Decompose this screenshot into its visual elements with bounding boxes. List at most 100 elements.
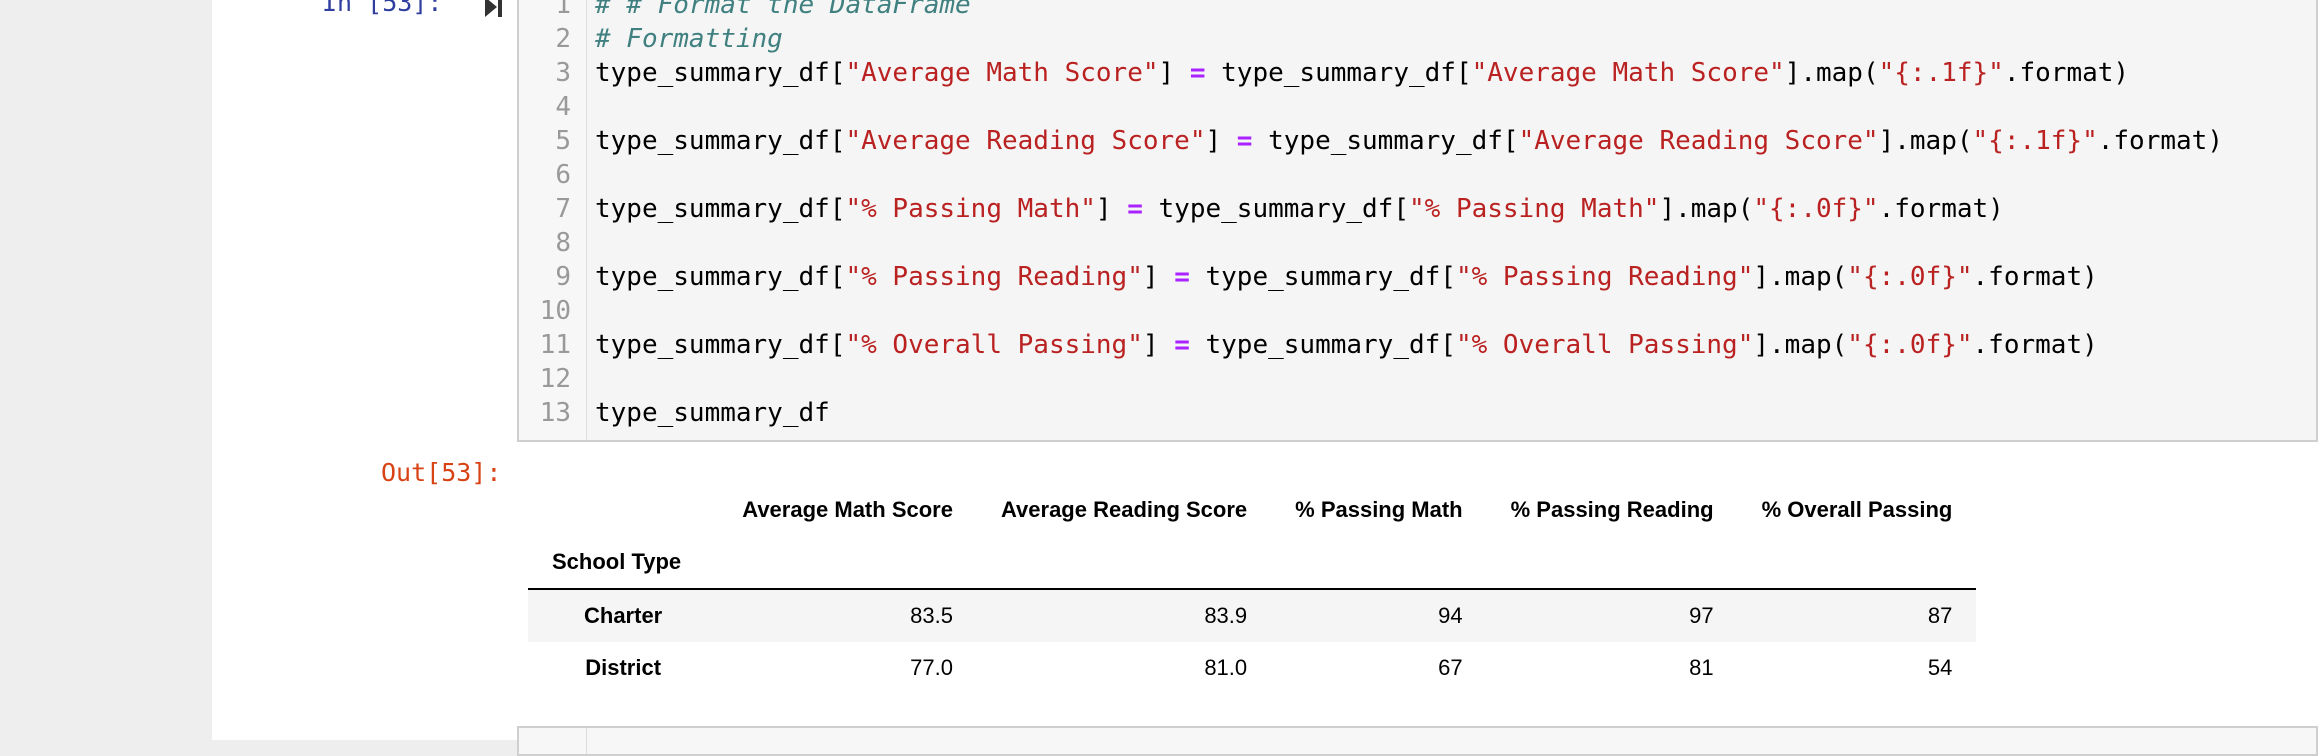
line-number: 5: [555, 126, 571, 156]
code-text: type_summary_df["Average Math Score"] = …: [595, 56, 2129, 90]
line-number: 4: [555, 92, 571, 122]
column-header: % Passing Reading: [1510, 497, 1714, 522]
code-text: type_summary_df["% Overall Passing"] = t…: [595, 328, 2098, 362]
code-token: "Average Math Score": [845, 58, 1159, 88]
code-token: "% Passing Math": [1408, 194, 1660, 224]
table-cell: 97: [1689, 603, 1714, 628]
next-code-cell[interactable]: [517, 726, 2318, 756]
index-name-row: School Type: [528, 536, 1977, 590]
code-token: ].map(: [1878, 126, 1973, 156]
code-token: ].map(: [1784, 58, 1879, 88]
code-token: "% Passing Reading": [845, 262, 1143, 292]
table-row: Charter 83.5 83.9 94 97 87: [528, 589, 1977, 642]
table-cell: 77.0: [910, 655, 953, 680]
line-number: 10: [539, 296, 571, 326]
code-token: type_summary_df[: [1189, 262, 1456, 292]
code-text: type_summary_df["Average Reading Score"]…: [595, 124, 2223, 158]
input-prompt: In [53]:: [322, 0, 443, 17]
code-text: type_summary_df["% Passing Reading"] = t…: [595, 260, 2098, 294]
code-token: ].map(: [1753, 262, 1848, 292]
code-token: ]: [1205, 126, 1237, 156]
code-token: type_summary_df[: [1142, 194, 1409, 224]
corner-header: [528, 484, 718, 536]
code-token: type_summary_df[: [595, 58, 846, 88]
row-label: District: [585, 655, 662, 680]
code-token: ]: [1142, 330, 1175, 360]
code-token: .format): [2097, 126, 2223, 156]
code-token: "{:.1f}": [1972, 126, 2098, 156]
output-prompt: Out[53]:: [381, 458, 502, 487]
table-cell: 81: [1689, 655, 1714, 680]
line-number: 9: [555, 262, 571, 292]
code-token: type_summary_df[: [595, 126, 846, 156]
table-cell: 81.0: [1204, 655, 1248, 680]
code-token: type_summary_df: [595, 398, 830, 428]
code-token: "% Overall Passing": [1455, 330, 1754, 360]
code-token: "Average Math Score": [1471, 58, 1785, 88]
code-line: 13 type_summary_df: [519, 396, 2309, 430]
index-name: School Type: [528, 536, 719, 590]
code-line: 8: [519, 226, 2309, 260]
code-editor[interactable]: 1 # # Format the DataFrame 2 # Formatting 3 t…: [517, 0, 2318, 442]
code-token: =: [1127, 194, 1143, 224]
code-token: ]: [1158, 58, 1190, 88]
code-line: 6: [519, 158, 2309, 192]
code-token: =: [1174, 330, 1190, 360]
table-cell: 67: [1438, 655, 1463, 680]
code-line: 3 type_summary_df["Average Math Score"] =…: [519, 56, 2309, 90]
line-number-gutter: [519, 728, 587, 754]
code-line: 10: [519, 294, 2309, 328]
code-token: .format): [2003, 58, 2130, 88]
code-token: "Average Reading Score": [1518, 126, 1879, 156]
code-token: ].map(: [1659, 194, 1754, 224]
code-text: type_summary_df["% Passing Math"] = type…: [595, 192, 2004, 226]
code-line: 5 type_summary_df["Average Reading Score"…: [519, 124, 2309, 158]
code-token: "% Passing Reading": [1455, 262, 1754, 292]
code-token: type_summary_df[: [595, 330, 846, 360]
code-token: type_summary_df[: [1189, 330, 1456, 360]
code-token: type_summary_df[: [595, 262, 846, 292]
line-number: 1: [555, 0, 571, 20]
code-token: =: [1189, 58, 1206, 88]
code-token: .format): [1878, 194, 2004, 224]
code-token: # Formatting: [595, 24, 783, 54]
code-token: "{:.0f}": [1847, 262, 1973, 292]
column-header: Average Reading Score: [1000, 497, 1248, 522]
code-token: ]: [1095, 194, 1128, 224]
code-text: type_summary_df: [595, 396, 830, 430]
table-cell: 87: [1927, 603, 1953, 628]
code-line: 4: [519, 90, 2309, 124]
code-text: # # Format the DataFrame: [595, 0, 971, 22]
code-token: "{:.0f}": [1847, 330, 1973, 360]
code-line: 12: [519, 362, 2309, 396]
code-token: "% Overall Passing": [845, 330, 1143, 360]
code-token: type_summary_df[: [595, 194, 846, 224]
line-number: 7: [555, 194, 571, 224]
row-label: Charter: [584, 603, 663, 628]
column-header: Average Math Score: [742, 497, 953, 522]
code-line: 1 # # Format the DataFrame: [519, 0, 2309, 22]
code-token: =: [1174, 262, 1190, 292]
line-number: 12: [539, 364, 571, 394]
code-line: 2 # Formatting: [519, 22, 2309, 56]
line-number: 13: [539, 398, 571, 428]
table-row: District 77.0 81.0 67 81 54: [528, 642, 1976, 694]
column-header: % Overall Passing: [1761, 497, 1953, 522]
code-token: "{:.0f}": [1753, 194, 1879, 224]
table-cell: 54: [1927, 655, 1953, 680]
code-token: .format): [1972, 330, 2098, 360]
code-token: "% Passing Math": [845, 194, 1096, 224]
step-run-icon[interactable]: [484, 0, 504, 18]
column-header-row: Average Math Score Average Reading Score…: [528, 484, 1976, 536]
code-token: type_summary_df[: [1252, 126, 1519, 156]
code-token: ].map(: [1753, 330, 1848, 360]
code-token: ]: [1142, 262, 1175, 292]
code-token: type_summary_df[: [1205, 58, 1472, 88]
code-token: "{:.1f}": [1878, 58, 2004, 88]
line-number: 6: [555, 160, 571, 190]
line-number: 2: [555, 24, 571, 54]
code-line: 11 type_summary_df["% Overall Passing"] =…: [519, 328, 2309, 362]
column-header: % Passing Math: [1295, 497, 1463, 522]
line-number: 8: [555, 228, 571, 258]
code-token: # # Format the DataFrame: [595, 0, 971, 20]
